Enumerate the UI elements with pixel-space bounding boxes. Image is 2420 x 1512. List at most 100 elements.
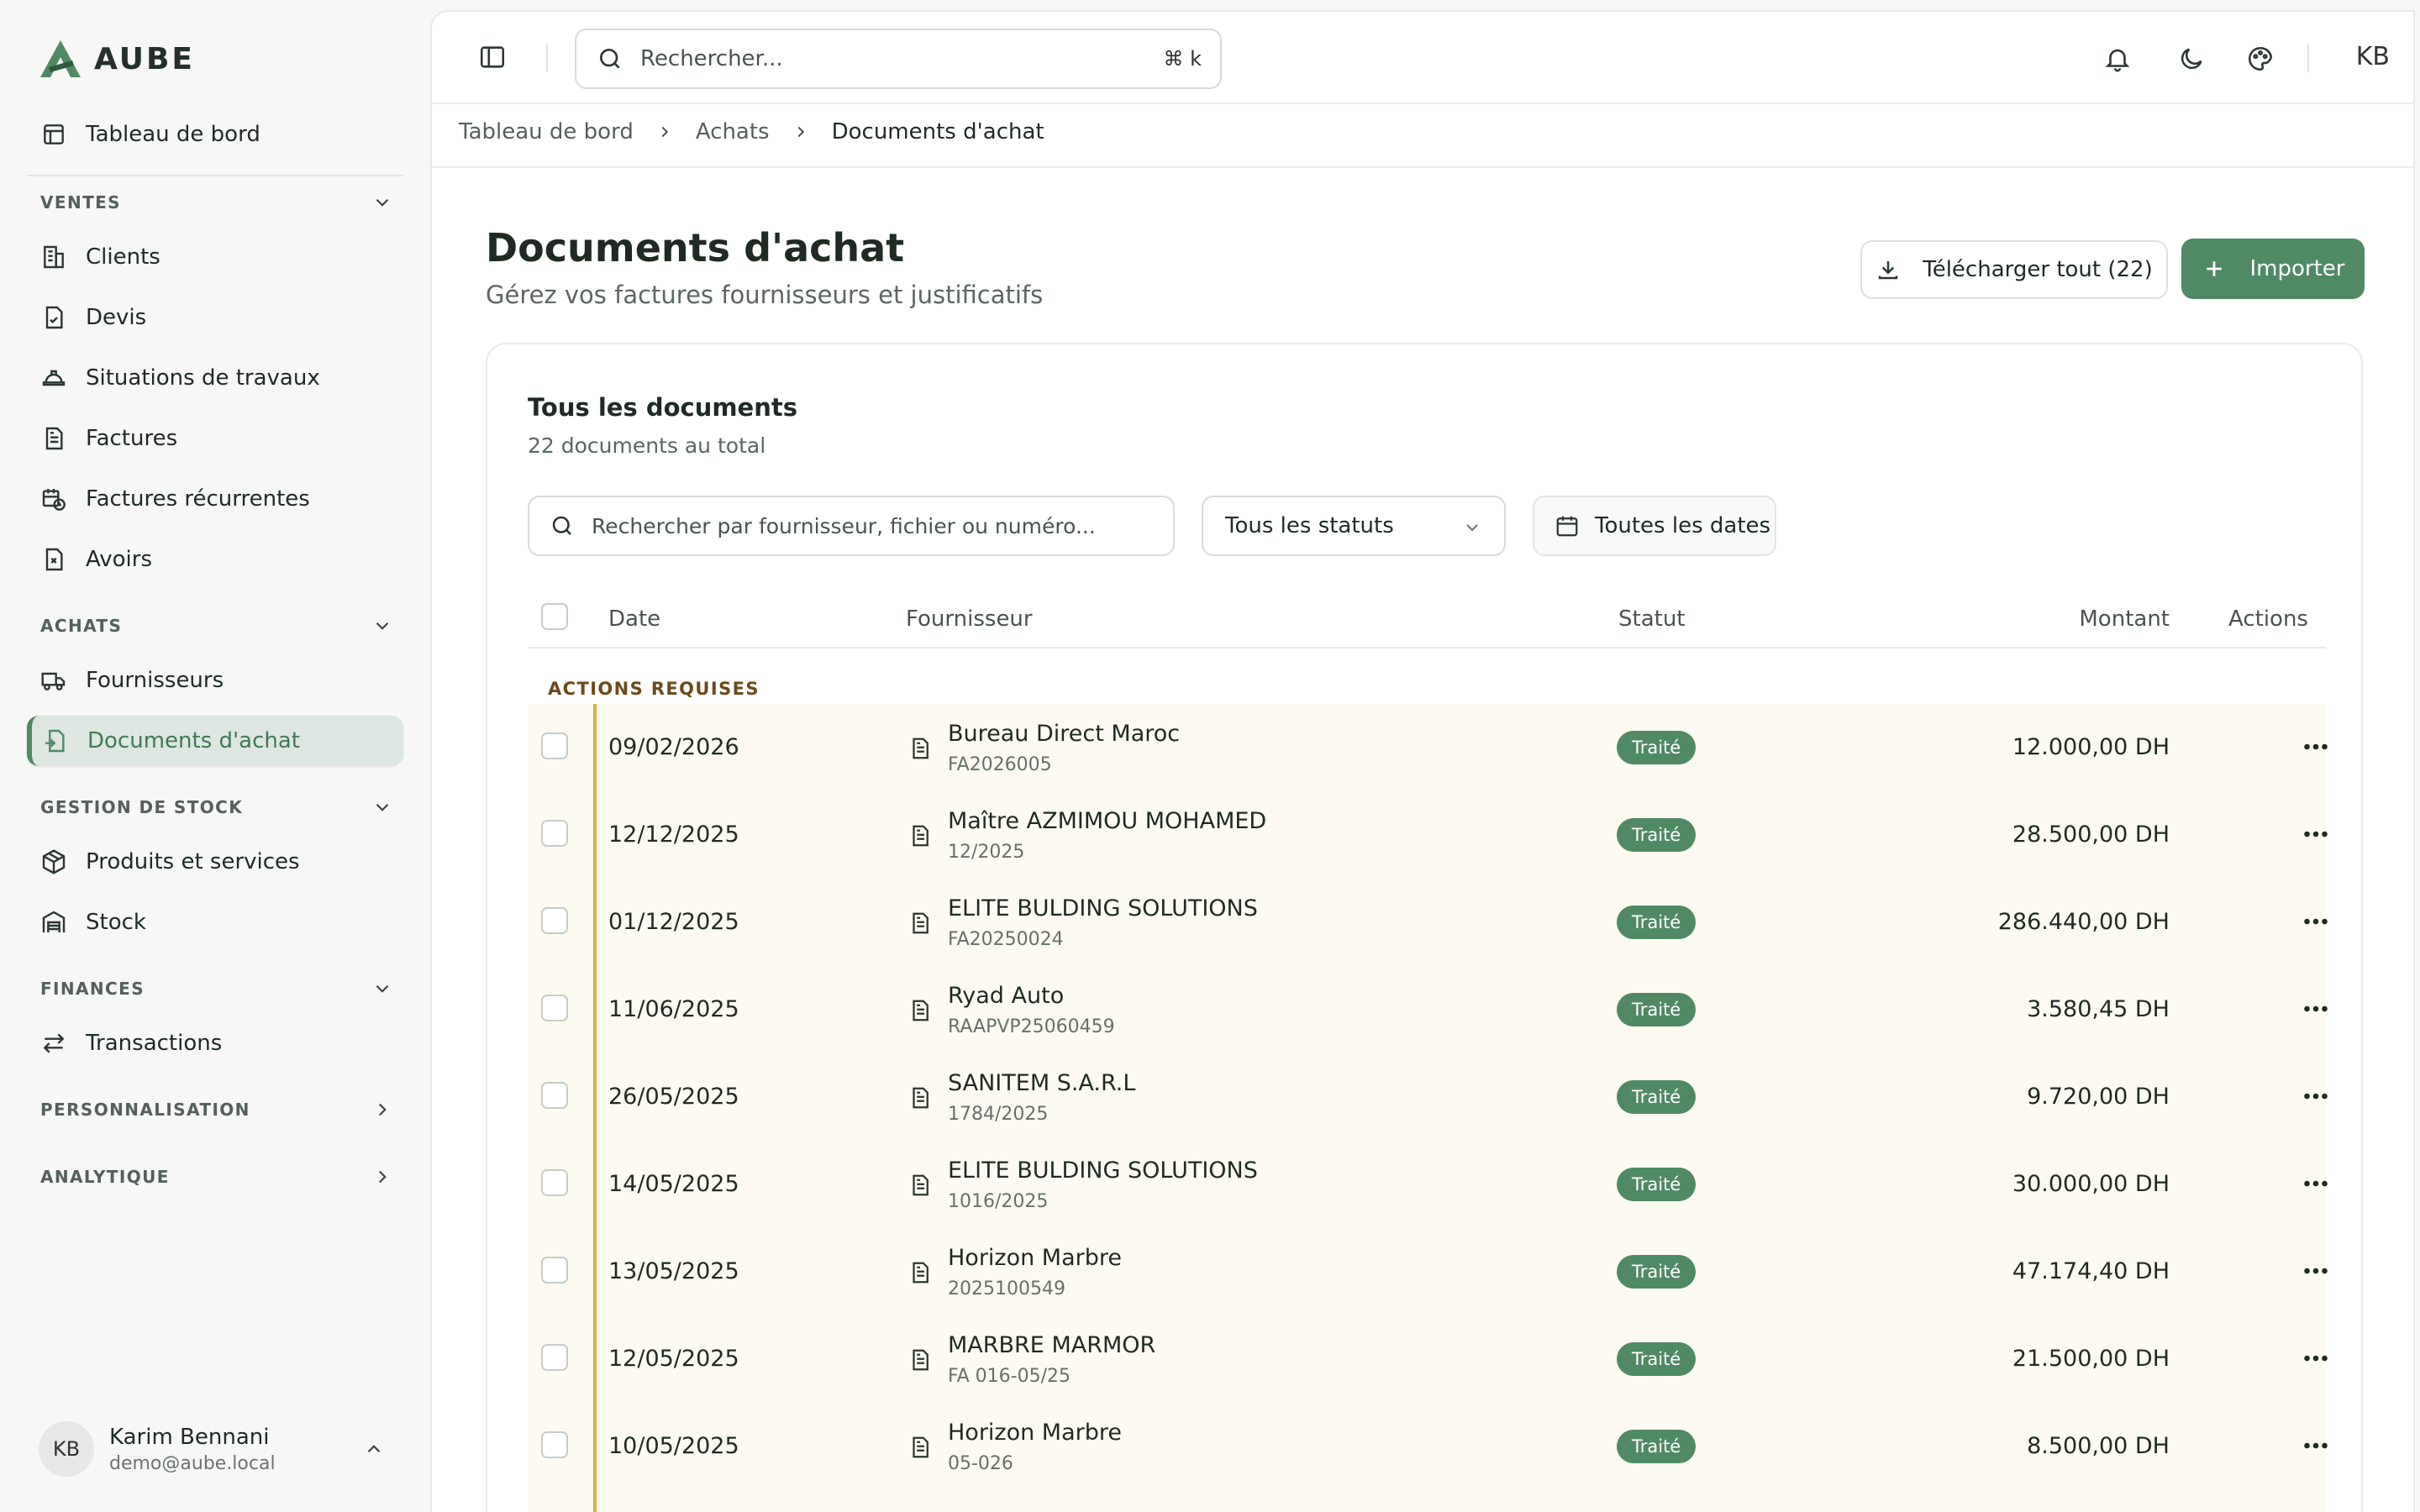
- breadcrumb: Tableau de bord Achats Documents d'achat: [459, 119, 1044, 144]
- column-date[interactable]: Date: [608, 606, 660, 632]
- table-row[interactable]: 11/06/2025 Ryad Auto RAAPVP25060459 Trai…: [528, 966, 2328, 1053]
- breadcrumb-item-dashboard[interactable]: Tableau de bord: [459, 119, 634, 144]
- sidebar-item-avoirs[interactable]: Avoirs: [27, 534, 403, 585]
- topbar-divider: [2307, 44, 2309, 72]
- dashboard-icon: [44, 124, 64, 144]
- chevron-down-icon: [376, 198, 389, 207]
- row-date: 12/12/2025: [608, 822, 739, 848]
- row-reference: FA2026005: [948, 754, 1052, 775]
- row-checkbox[interactable]: [541, 1082, 568, 1109]
- column-amount[interactable]: Montant: [2079, 606, 2170, 632]
- notifications-button[interactable]: [2099, 40, 2136, 77]
- palette-button[interactable]: [2242, 40, 2279, 77]
- row-reference: 2025100549: [948, 1278, 1065, 1299]
- section-label: ACHATS: [40, 616, 123, 636]
- select-all-checkbox[interactable]: [541, 603, 568, 630]
- column-actions: Actions: [2228, 606, 2308, 632]
- row-checkbox[interactable]: [541, 1431, 568, 1458]
- document-import-icon: [45, 729, 65, 753]
- bell-icon: [2105, 49, 2130, 72]
- import-button[interactable]: Importer: [2181, 239, 2365, 299]
- row-supplier: Horizon Marbre: [948, 1245, 1123, 1271]
- sidebar-item-dashboard[interactable]: Tableau de bord: [27, 109, 403, 160]
- documents-search-input[interactable]: Rechercher par fournisseur, fichier ou n…: [528, 496, 1175, 556]
- date-filter-button[interactable]: Toutes les dates: [1533, 496, 1776, 556]
- table-row[interactable]: 12/05/2025 MARBRE MARMOR FA 016-05/25 Tr…: [528, 1315, 2328, 1403]
- group-label-actions-required: ACTIONS REQUISES: [548, 679, 760, 699]
- row-reference: 12/2025: [948, 842, 1025, 863]
- row-reference: 1016/2025: [948, 1191, 1049, 1212]
- quote-icon: [45, 306, 63, 329]
- sidebar-item-produits[interactable]: Produits et services: [27, 837, 403, 887]
- row-checkbox[interactable]: [541, 907, 568, 934]
- status-badge: Traité: [1617, 818, 1697, 852]
- sidebar-item-fournisseurs[interactable]: Fournisseurs: [27, 655, 403, 706]
- row-amount: 21.500,00 DH: [2012, 1346, 2170, 1372]
- table-row[interactable]: 26/05/2025 SANITEM S.A.R.L 1784/2025 Tra…: [528, 1053, 2328, 1141]
- search-icon: [552, 516, 571, 535]
- row-checkbox[interactable]: [541, 1169, 568, 1196]
- search-shortcut: ⌘ k: [1163, 47, 1202, 71]
- section-analytique[interactable]: ANALYTIQUE: [40, 1166, 393, 1188]
- calendar-clock-icon: [42, 489, 66, 511]
- column-status[interactable]: Statut: [1618, 606, 1686, 632]
- table-row[interactable]: 12/12/2025 Maître AZMIMOU MOHAMED 12/202…: [528, 791, 2328, 879]
- sidebar-item-factures[interactable]: Factures: [27, 413, 403, 464]
- sidebar-item-factures-recurrentes[interactable]: Factures récurrentes: [27, 474, 403, 524]
- row-checkbox[interactable]: [541, 732, 568, 759]
- document-icon: [913, 825, 929, 847]
- sidebar-item-label: Stock: [86, 910, 146, 935]
- palette-icon: [2248, 46, 2273, 71]
- user-menu[interactable]: KB Karim Bennani demo@aube.local: [39, 1420, 392, 1478]
- toggle-sidebar-button[interactable]: [474, 39, 511, 76]
- app-name: AUBE: [94, 41, 196, 76]
- row-checkbox[interactable]: [541, 1344, 568, 1371]
- row-date: 10/05/2025: [608, 1433, 739, 1459]
- section-stock[interactable]: GESTION DE STOCK: [40, 796, 393, 818]
- app-logo[interactable]: AUBE: [39, 39, 195, 79]
- sidebar-item-stock[interactable]: Stock: [27, 897, 403, 948]
- table-row[interactable]: 13/05/2025 Horizon Marbre 2025100549 Tra…: [528, 1228, 2328, 1315]
- row-supplier: SANITEM S.A.R.L: [948, 1070, 1136, 1096]
- theme-toggle-button[interactable]: [2173, 40, 2210, 77]
- package-icon: [42, 849, 66, 874]
- row-checkbox[interactable]: [541, 1257, 568, 1284]
- global-search-input[interactable]: Rechercher... ⌘ k: [575, 29, 1222, 89]
- table-row[interactable]: 09/02/2026 Bureau Direct Maroc FA2026005…: [528, 704, 2328, 791]
- sidebar-item-documents-achat[interactable]: Documents d'achat: [27, 716, 403, 766]
- section-personnalisation[interactable]: PERSONNALISATION: [40, 1099, 393, 1121]
- more-actions-icon[interactable]: [2301, 1258, 2331, 1284]
- more-actions-icon[interactable]: [2301, 1084, 2331, 1109]
- more-actions-icon[interactable]: [2301, 909, 2331, 934]
- breadcrumb-item-achats[interactable]: Achats: [696, 119, 770, 144]
- sidebar-item-situations[interactable]: Situations de travaux: [27, 353, 403, 403]
- sidebar-item-transactions[interactable]: Transactions: [27, 1018, 403, 1068]
- more-actions-icon[interactable]: [2301, 1433, 2331, 1458]
- download-all-button[interactable]: Télécharger tout (22): [1860, 240, 2168, 299]
- user-avatar-button[interactable]: KB: [2356, 42, 2390, 71]
- sidebar-toggle-icon: [480, 46, 505, 68]
- row-checkbox[interactable]: [541, 820, 568, 847]
- sidebar-item-label: Clients: [86, 244, 160, 270]
- sidebar-item-devis[interactable]: Devis: [27, 292, 403, 343]
- sidebar-item-clients[interactable]: Clients: [27, 232, 403, 282]
- section-ventes[interactable]: VENTES: [40, 192, 393, 213]
- more-actions-icon[interactable]: [2301, 1171, 2331, 1196]
- status-filter-select[interactable]: Tous les statuts: [1202, 496, 1506, 556]
- table-row[interactable]: 01/12/2025 ELITE BULDING SOLUTIONS FA202…: [528, 879, 2328, 966]
- more-actions-icon[interactable]: [2301, 1346, 2331, 1371]
- more-actions-icon[interactable]: [2301, 996, 2331, 1021]
- column-supplier[interactable]: Fournisseur: [906, 606, 1033, 632]
- avatar: KB: [39, 1421, 94, 1477]
- table-row[interactable]: 10/05/2025 Horizon Marbre 05-026 Traité …: [528, 1403, 2328, 1490]
- table-row[interactable]: 14/05/2025 ELITE BULDING SOLUTIONS 1016/…: [528, 1141, 2328, 1228]
- row-date: 01/12/2025: [608, 909, 739, 935]
- more-actions-icon[interactable]: [2301, 822, 2331, 847]
- row-checkbox[interactable]: [541, 995, 568, 1021]
- more-actions-icon[interactable]: [2301, 734, 2331, 759]
- sidebar-item-label: Avoirs: [86, 547, 153, 572]
- sidebar-item-label: Transactions: [86, 1031, 223, 1056]
- section-achats[interactable]: ACHATS: [40, 615, 393, 637]
- section-finances[interactable]: FINANCES: [40, 978, 393, 1000]
- table-body: 09/02/2026 Bureau Direct Maroc FA2026005…: [528, 704, 2328, 1512]
